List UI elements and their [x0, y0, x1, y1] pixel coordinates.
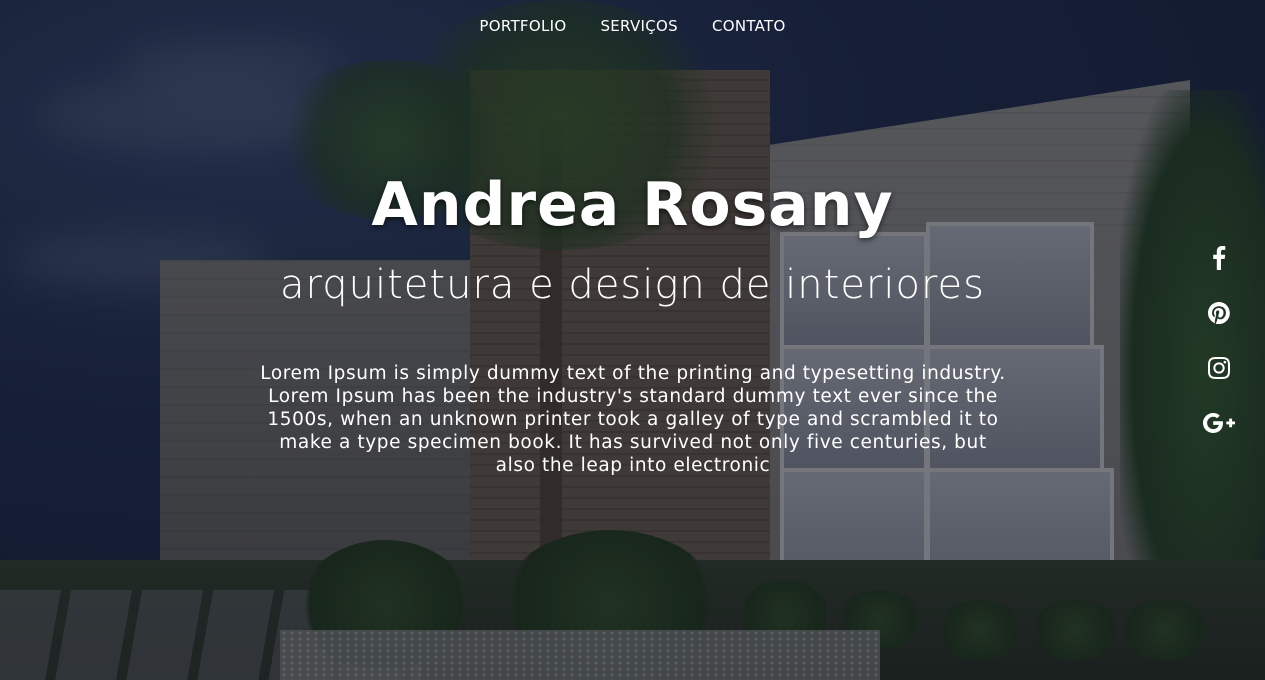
- page-title: Andrea Rosany: [371, 170, 894, 240]
- nav-item-portfolio[interactable]: PORTFOLIO: [479, 17, 566, 35]
- nav-item-servicos[interactable]: SERVIÇOS: [600, 17, 678, 35]
- page-subtitle: arquitetura e design de interiores: [280, 262, 985, 308]
- nav-item-contato[interactable]: CONTATO: [712, 17, 786, 35]
- social-links: [1201, 240, 1237, 441]
- background-photo: [0, 0, 1265, 680]
- instagram-icon: [1208, 357, 1230, 379]
- facebook-icon: [1213, 246, 1226, 270]
- google-plus-icon: [1203, 413, 1235, 433]
- main-nav: PORTFOLIO SERVIÇOS CONTATO: [0, 17, 1265, 35]
- google-plus-link[interactable]: [1201, 405, 1237, 441]
- pinterest-icon: [1208, 302, 1230, 324]
- facebook-link[interactable]: [1201, 240, 1237, 276]
- instagram-link[interactable]: [1201, 350, 1237, 386]
- pinterest-link[interactable]: [1201, 295, 1237, 331]
- hero-section: PORTFOLIO SERVIÇOS CONTATO Andrea Rosany…: [0, 0, 1265, 680]
- hero-description: Lorem Ipsum is simply dummy text of the …: [260, 363, 1006, 476]
